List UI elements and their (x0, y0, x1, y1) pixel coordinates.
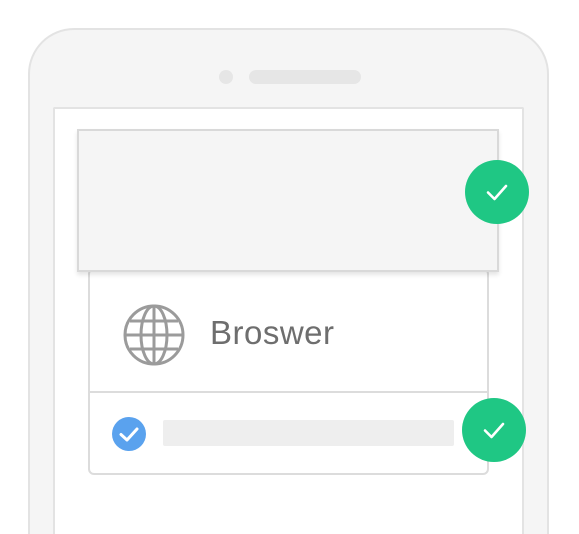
selected-option-box[interactable] (77, 129, 499, 272)
text-placeholder-bar (163, 420, 454, 446)
checkmark-icon (462, 398, 526, 462)
option-card: Broswer (88, 268, 489, 475)
globe-icon (122, 303, 186, 367)
checkbox-checked-icon[interactable] (111, 416, 147, 452)
browser-option-label[interactable]: Broswer (210, 314, 335, 352)
checkmark-icon (465, 160, 529, 224)
divider (90, 391, 487, 393)
camera-dot (219, 70, 233, 84)
speaker-bar (249, 70, 361, 84)
